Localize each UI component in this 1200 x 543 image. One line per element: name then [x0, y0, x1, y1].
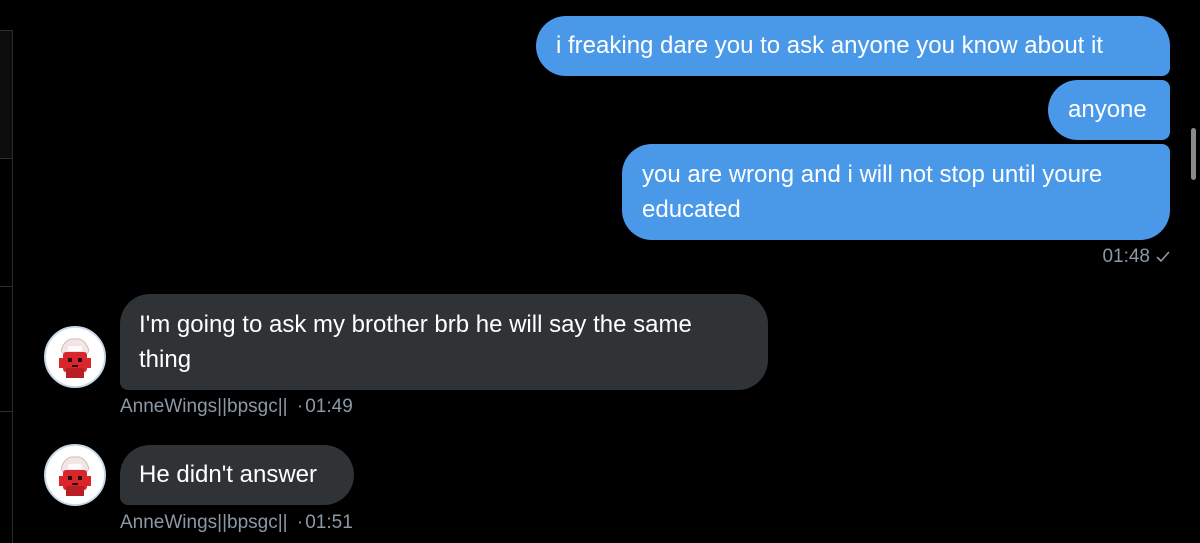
message-text: I'm going to ask my brother brb he will …: [139, 311, 692, 373]
message-timestamp: 01:51: [305, 512, 353, 533]
outgoing-message-bubble[interactable]: anyone: [1048, 80, 1170, 140]
message-text: anyone: [1068, 96, 1147, 123]
avatar-image: [46, 328, 104, 386]
outgoing-message-meta: 01:48: [1102, 246, 1170, 268]
message-text: you are wrong and i will not stop until …: [642, 161, 1103, 223]
conversation-list-item-selected[interactable]: [0, 30, 13, 158]
list-divider: [0, 158, 12, 159]
sender-name[interactable]: AnneWings||bpsgc||: [120, 512, 288, 533]
meta-separator: ·: [296, 396, 304, 417]
message-text: i freaking dare you to ask anyone you kn…: [556, 32, 1104, 59]
conversation-list-item[interactable]: [0, 158, 13, 286]
sender-name[interactable]: AnneWings||bpsgc||: [120, 396, 288, 417]
list-divider: [0, 411, 12, 412]
outgoing-message-bubble[interactable]: you are wrong and i will not stop until …: [622, 144, 1170, 240]
list-divider: [0, 30, 12, 31]
read-check-icon: [1156, 250, 1170, 264]
incoming-message-meta: AnneWings||bpsgc|| · 01:49: [120, 396, 353, 418]
avatar[interactable]: [44, 326, 106, 388]
meta-separator: ·: [296, 512, 304, 533]
incoming-message-bubble[interactable]: I'm going to ask my brother brb he will …: [120, 294, 768, 390]
list-divider: [0, 286, 12, 287]
outgoing-message-bubble[interactable]: i freaking dare you to ask anyone you kn…: [536, 16, 1170, 76]
message-timestamp: 01:48: [1102, 246, 1150, 267]
conversation-list-item[interactable]: [0, 411, 13, 543]
conversation-list-edge: [0, 0, 13, 543]
avatar-image: [46, 446, 104, 504]
avatar[interactable]: [44, 444, 106, 506]
incoming-message-bubble[interactable]: He didn't answer: [120, 445, 354, 505]
message-timestamp: 01:49: [305, 396, 353, 417]
incoming-message-meta: AnneWings||bpsgc|| · 01:51: [120, 512, 353, 534]
scrollbar-thumb[interactable]: [1191, 128, 1196, 180]
message-text: He didn't answer: [139, 461, 318, 488]
dm-conversation: i freaking dare you to ask anyone you kn…: [0, 0, 1200, 543]
conversation-list-item[interactable]: [0, 286, 13, 411]
